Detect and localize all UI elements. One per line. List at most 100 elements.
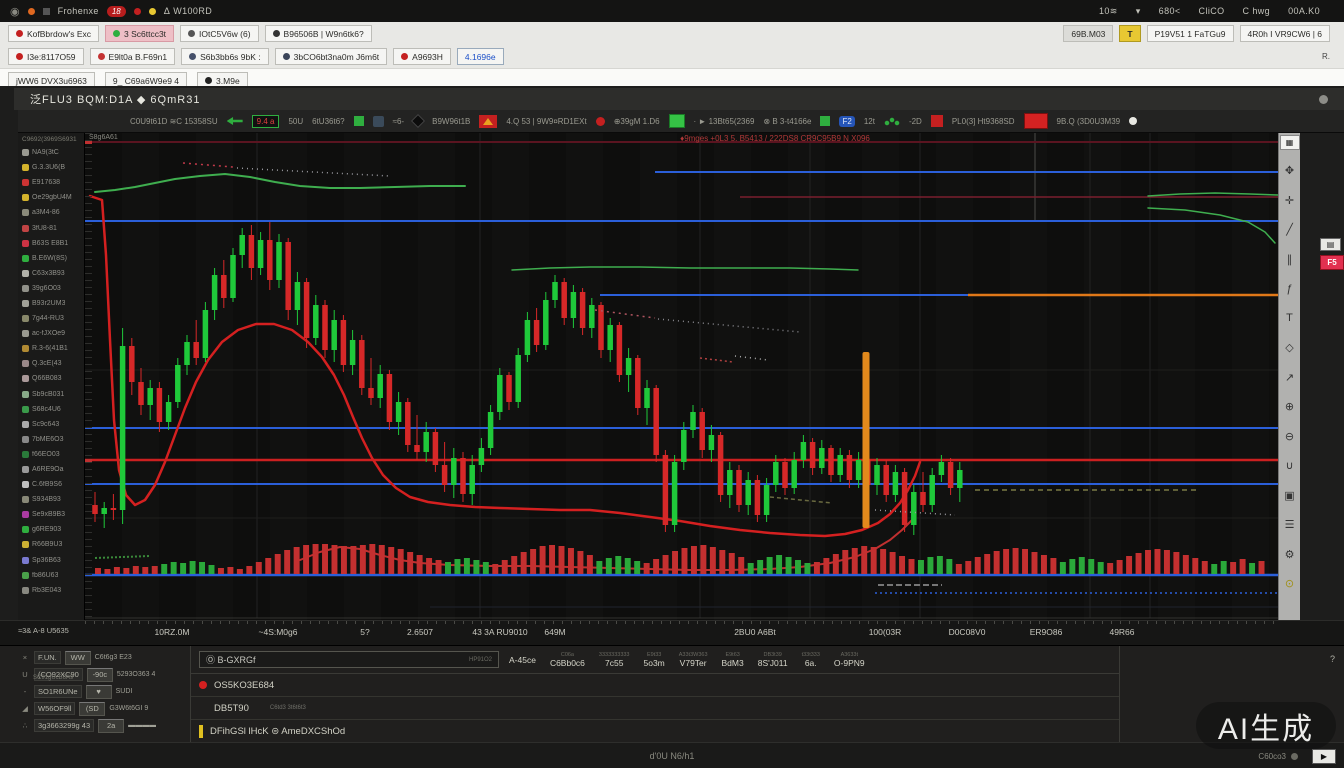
zoom-out-icon[interactable]: ⊖: [1281, 427, 1299, 445]
control-mini-button[interactable]: 2a: [98, 719, 124, 733]
indicator-item[interactable]: C0U9t61D ≋C 15358SU: [130, 117, 218, 126]
blue-badge-icon[interactable]: F2: [839, 116, 854, 127]
price-chart[interactable]: S8g6A61 ♦9mges +0L3 5. B5413 / 222DS8 CR…: [85, 133, 1278, 620]
control-mini-button[interactable]: WW: [65, 651, 91, 665]
table-row[interactable]: DFihGSl lHcK ⊜ AmeDXCShOd: [191, 720, 1119, 743]
toolbar-button[interactable]: 3 Sc6ttcc3t: [105, 25, 174, 42]
drawing-toolbar-top-button[interactable]: ▦: [1280, 135, 1300, 150]
sidebar-item[interactable]: A6RE9Oa: [18, 462, 84, 477]
toolbar-button[interactable]: 4R0h I VR9CW6 | 6: [1240, 25, 1331, 42]
sidebar-item[interactable]: 39g6O03: [18, 281, 84, 296]
play-button[interactable]: ▶: [1312, 749, 1336, 764]
chart-titlebar[interactable]: 泛FLU3 BQM:D1A ◆ 6QmR31: [14, 88, 1344, 110]
indicator-item[interactable]: PL0(3] Ht9368SD: [952, 117, 1015, 126]
sidebar-item[interactable]: 7g44-RU3: [18, 311, 84, 326]
menubar-item[interactable]: ▾: [1136, 6, 1141, 17]
num-badge-icon[interactable]: 9.4 a: [252, 115, 280, 128]
crosshair-icon[interactable]: ✛: [1281, 191, 1299, 209]
highlight-icon[interactable]: ⊙: [1281, 575, 1299, 593]
red-dot-icon[interactable]: [596, 117, 605, 126]
indicator-item[interactable]: ⊗ B 3-t4166e: [763, 117, 811, 126]
red-sq-icon[interactable]: [931, 115, 943, 127]
sidebar-item[interactable]: Q.3cE(43: [18, 356, 84, 371]
indicator-item[interactable]: 9B.Q (3D0U3M39: [1057, 117, 1121, 126]
toolbar-button[interactable]: KofBbrdow's Exc: [8, 25, 99, 42]
right-margin-button[interactable]: ▤: [1320, 238, 1341, 251]
sidebar-item[interactable]: 7bME6O3: [18, 432, 84, 447]
sidebar-item[interactable]: Rb3E043: [18, 583, 84, 598]
sidebar-item[interactable]: R.3-6(41B1: [18, 341, 84, 356]
sidebar-item[interactable]: B93r2UM3: [18, 296, 84, 311]
zoom-in-icon[interactable]: ⊕: [1281, 398, 1299, 416]
toolbar-button[interactable]: A9693H: [393, 48, 451, 65]
indicator-bar[interactable]: C0U9t61D ≋C 15358SU 9.4 a 50U 6tU36t6? ≈6- B9…: [18, 110, 1344, 133]
indicator-item[interactable]: B9W96t1B: [432, 117, 470, 126]
sidebar-item[interactable]: S68c4U6: [18, 402, 84, 417]
table-row[interactable]: OS5KO3E684: [191, 674, 1119, 697]
toolbar-button[interactable]: 3bCO6bt3na0m J6m6t: [275, 48, 388, 65]
sidebar-item[interactable]: C63x3B93: [18, 266, 84, 281]
sidebar-item[interactable]: B.E6W(8S): [18, 251, 84, 266]
indicator-item[interactable]: ⊕39gM 1.D6: [614, 117, 660, 126]
red-sq-lg-icon[interactable]: [1024, 113, 1048, 129]
toolbar-button[interactable]: B96506B | W9n6tk6?: [265, 25, 372, 42]
hotkey-badge[interactable]: F5: [1320, 255, 1344, 270]
snake-icon[interactable]: [884, 116, 900, 126]
camera-icon[interactable]: ▣: [1281, 486, 1299, 504]
diamond-icon[interactable]: [411, 114, 425, 128]
fibonacci-icon[interactable]: ƒ: [1281, 280, 1299, 298]
indicator-item[interactable]: 12t: [864, 117, 875, 126]
trendline-icon[interactable]: ╱: [1281, 221, 1299, 239]
indicator-item[interactable]: ≈6-: [393, 117, 405, 126]
chart-canvas[interactable]: [85, 133, 1278, 620]
menubar-item[interactable]: 00A.K0: [1288, 6, 1320, 16]
indicator-item[interactable]: 6tU36t6?: [312, 117, 344, 126]
green-sq-icon[interactable]: [820, 116, 830, 126]
sidebar-item[interactable]: C.6fB9S6: [18, 477, 84, 492]
sidebar-item[interactable]: NA9(3tC: [18, 145, 84, 160]
sidebar-item[interactable]: E917638: [18, 175, 84, 190]
sidebar-item[interactable]: Q66B083: [18, 371, 84, 386]
text-icon[interactable]: T: [1281, 309, 1299, 327]
sidebar-item[interactable]: B63S E8B1: [18, 236, 84, 251]
settings-icon[interactable]: ⚙: [1281, 545, 1299, 563]
toolbar-button[interactable]: I3e:8117O59: [8, 48, 84, 65]
table-row[interactable]: DB5T90C6td3 3t6t6t3: [191, 697, 1119, 720]
control-mini-button[interactable]: ♥: [86, 685, 112, 699]
menubar-item[interactable]: Frohenxe: [58, 6, 99, 16]
menubar-item[interactable]: 10≋: [1099, 6, 1118, 17]
white-dot-icon[interactable]: [1129, 117, 1137, 125]
toolbar-button[interactable]: 69B.M03: [1063, 25, 1113, 42]
control-button[interactable]: SO1R6UNe: [34, 685, 82, 698]
sidebar-item[interactable]: Se9xB9B3: [18, 507, 84, 522]
green-sq-icon[interactable]: [354, 116, 364, 126]
menubar-item[interactable]: CliCO: [1199, 6, 1225, 16]
indicator-item[interactable]: 50U: [288, 117, 303, 126]
toolbar-button[interactable]: P19V51 1 FaTGu9: [1147, 25, 1234, 42]
menubar-right[interactable]: 10≋ ▾ 680< CliCO C hwg 00A.K0: [1099, 6, 1334, 17]
sidebar-item[interactable]: G.3.3U6(B: [18, 160, 84, 175]
control-button[interactable]: F.UN.: [34, 651, 61, 664]
sidebar-item[interactable]: R66B9U3: [18, 537, 84, 552]
sidebar-item[interactable]: fb86U63: [18, 568, 84, 583]
toolbar-button[interactable]: IOtC5V6w (6): [180, 25, 259, 42]
sidebar-item[interactable]: Sp36B63: [18, 553, 84, 568]
control-button[interactable]: 3g3663299g 43: [34, 719, 94, 732]
control-mini-button[interactable]: -90c: [87, 668, 113, 682]
indicator-item[interactable]: · ► 13Bt65(2369: [694, 117, 755, 126]
sidebar-item[interactable]: S934B93: [18, 492, 84, 507]
magnet-icon[interactable]: ∪: [1281, 457, 1299, 475]
sidebar-item[interactable]: g6RE903: [18, 522, 84, 537]
sidebar-item[interactable]: 3fU8-81: [18, 220, 84, 235]
sidebar-item[interactable]: f66EO03: [18, 447, 84, 462]
green-sq-lg-icon[interactable]: [669, 114, 685, 128]
sidebar-item[interactable]: Sb9cB031: [18, 387, 84, 402]
tri-badge-icon[interactable]: [479, 115, 497, 128]
control-button[interactable]: W56OF9ll: [34, 702, 75, 715]
layers-icon[interactable]: ☰: [1281, 516, 1299, 534]
menubar-item[interactable]: 680<: [1159, 6, 1181, 16]
menubar-item[interactable]: C hwg: [1243, 6, 1271, 16]
sidebar-item[interactable]: a3M4-86: [18, 205, 84, 220]
indicator-sidebar[interactable]: C9692(3969S6931 NA9(3tCG.3.3U6(BE917638O…: [18, 133, 85, 620]
shape-icon[interactable]: ◇: [1281, 339, 1299, 357]
